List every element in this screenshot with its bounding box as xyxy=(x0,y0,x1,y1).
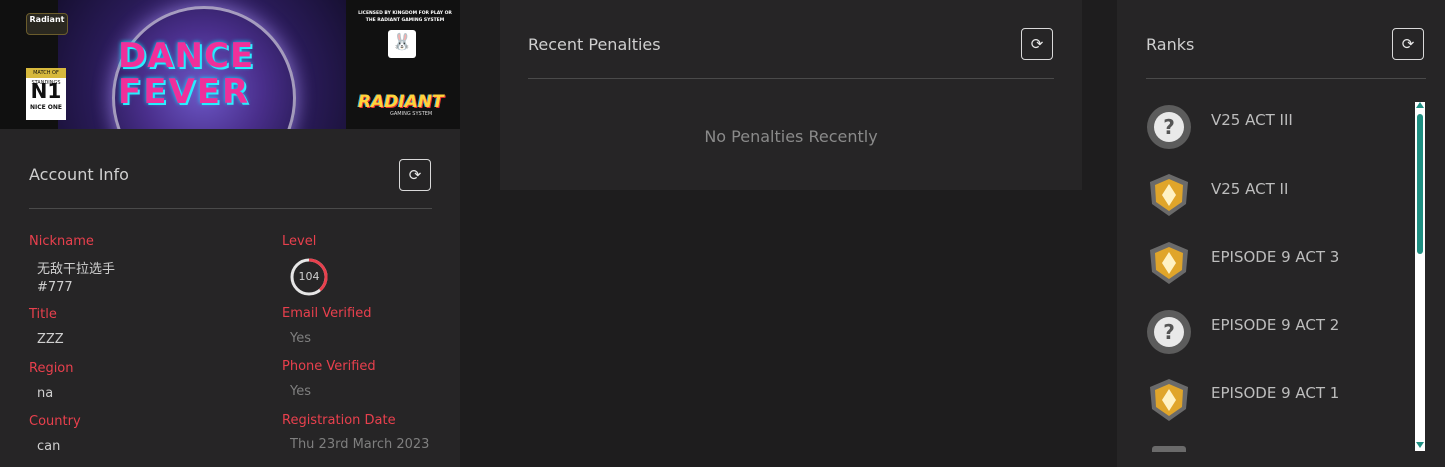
ranks-divider xyxy=(1146,78,1426,79)
refresh-icon: ⟳ xyxy=(1030,35,1044,53)
account-banner: DANCE FEVER Radiant MATCH OF STANDINGS N… xyxy=(0,0,460,129)
refresh-icon: ⟳ xyxy=(1401,35,1415,53)
account-refresh-button[interactable]: ⟳ xyxy=(399,159,431,191)
ranks-refresh-button[interactable]: ⟳ xyxy=(1392,28,1424,60)
rank-item-name: V25 ACT III xyxy=(1211,111,1293,129)
n1-badge-top: MATCH OF STANDINGS xyxy=(26,68,66,86)
ranks-scrollbar-thumb[interactable] xyxy=(1417,114,1423,254)
unranked-icon: ? xyxy=(1147,310,1191,354)
level-label: Level xyxy=(282,234,317,249)
refresh-icon: ⟳ xyxy=(408,166,422,184)
nickname-tag: #777 xyxy=(37,280,73,295)
n1-badge-sub: NICE ONE xyxy=(29,104,63,111)
banner-title-line1: DANCE xyxy=(118,36,255,76)
nickname-value: 无敌干拉选手 xyxy=(37,262,116,277)
radiant-sub-logo: GAMING SYSTEM xyxy=(390,111,433,117)
no-penalties-message: No Penalties Recently xyxy=(704,127,878,146)
email-verified-value: Yes xyxy=(290,331,311,346)
scroll-down-arrow-icon[interactable] xyxy=(1416,442,1424,448)
title-label: Title xyxy=(29,307,57,322)
svg-text:?: ? xyxy=(1163,320,1175,344)
country-label: Country xyxy=(29,414,81,429)
license-text: LICENSED BY KINGDOM FOR PLAY OR THE RADI… xyxy=(358,11,452,23)
rank-item-name: EPISODE 9 ACT 1 xyxy=(1211,384,1340,402)
rank-item-name: EPISODE 9 ACT 3 xyxy=(1211,248,1340,266)
gold-rank-icon xyxy=(1150,242,1188,284)
country-value: can xyxy=(37,439,61,454)
penalties-divider xyxy=(528,78,1054,79)
account-info-title: Account Info xyxy=(29,165,129,184)
n1-badge: MATCH OF STANDINGS N1 NICE ONE xyxy=(26,68,66,120)
recent-penalties-card xyxy=(500,0,1082,190)
registration-date-value: Thu 23rd March 2023 xyxy=(290,437,430,452)
recent-penalties-title: Recent Penalties xyxy=(528,35,661,54)
region-value: na xyxy=(37,386,54,401)
title-value: ZZZ xyxy=(37,332,64,347)
scroll-up-arrow-icon[interactable] xyxy=(1416,102,1424,108)
level-value: 104 xyxy=(298,270,320,283)
nickname-label: Nickname xyxy=(29,234,94,249)
region-label: Region xyxy=(29,361,74,376)
phone-verified-value: Yes xyxy=(290,384,311,399)
rank-item-name: EPISODE 9 ACT 2 xyxy=(1211,316,1340,334)
rank-item-name: V25 ACT II xyxy=(1211,180,1289,198)
radiant-logo: RADIANT xyxy=(358,92,444,112)
partial-rank-icon xyxy=(1152,446,1186,452)
svg-text:?: ? xyxy=(1163,115,1175,139)
registration-date-label: Registration Date xyxy=(282,413,396,428)
usagi-logo-icon: 🐰 xyxy=(388,30,416,58)
account-divider xyxy=(29,208,432,209)
ranks-title: Ranks xyxy=(1146,35,1195,54)
banner-title-line2: FEVER xyxy=(118,72,251,112)
penalties-refresh-button[interactable]: ⟳ xyxy=(1021,28,1053,60)
n1-badge-text: N1 xyxy=(30,79,62,103)
radiant-corner-logo: Radiant xyxy=(26,13,68,35)
unranked-icon: ? xyxy=(1147,105,1191,149)
gold-rank-icon xyxy=(1150,379,1188,421)
gold-rank-icon xyxy=(1150,174,1188,216)
email-verified-label: Email Verified xyxy=(282,306,372,321)
phone-verified-label: Phone Verified xyxy=(282,359,376,374)
